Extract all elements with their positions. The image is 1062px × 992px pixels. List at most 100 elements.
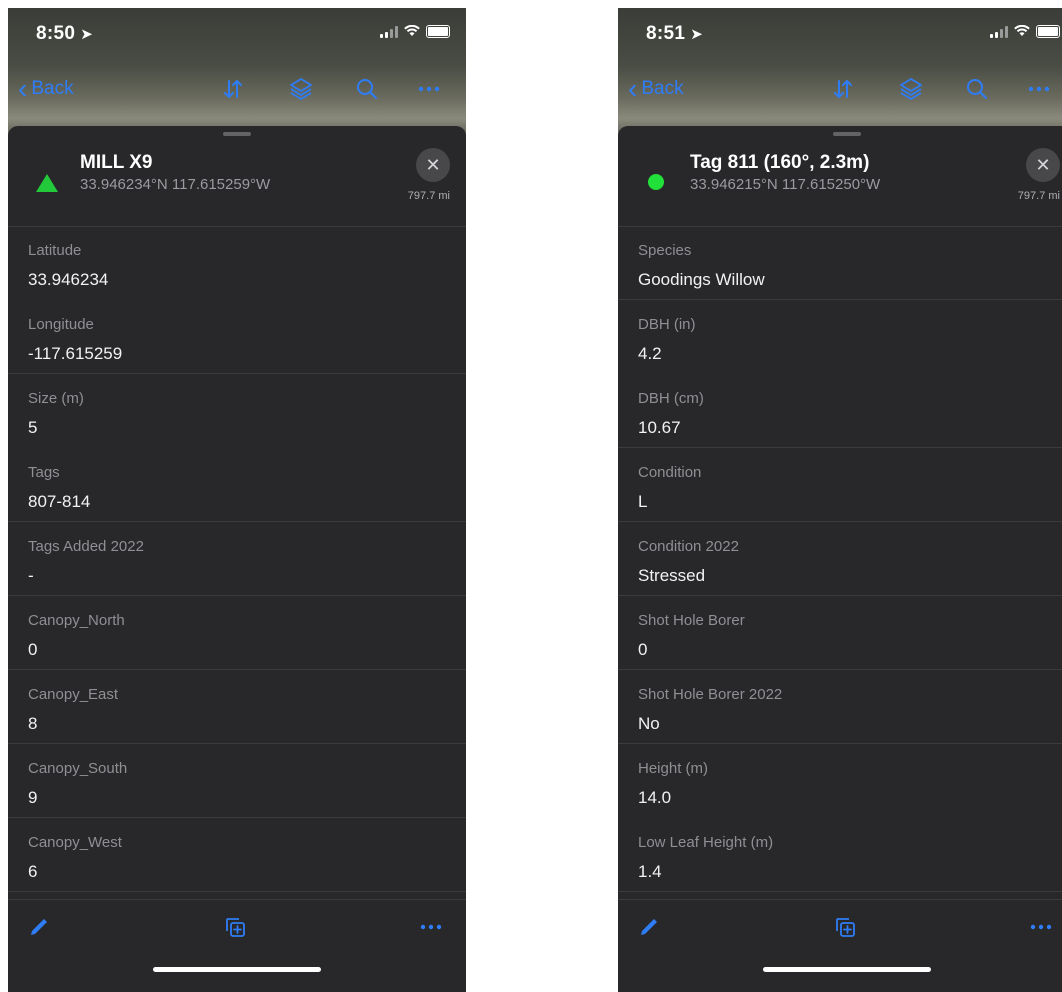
- attribute-value: 14.0: [638, 788, 672, 807]
- search-icon[interactable]: [960, 72, 994, 106]
- attribute-row: Canopy_West 6: [8, 818, 466, 892]
- attribute-label: DBH (in): [638, 316, 696, 333]
- attribute-value: 4.2: [638, 344, 662, 363]
- status-bar: 8:51 ➤: [618, 8, 1062, 56]
- feature-detail-sheet: Tag 811 (160°, 2.3m) 33.946215°N 117.615…: [618, 126, 1062, 992]
- attribute-label: Latitude: [28, 242, 82, 259]
- attribute-label: Condition: [638, 464, 702, 481]
- attribute-row: DBH (in) 4.2: [618, 300, 1062, 374]
- attribute-row: Canopy_South 9: [8, 744, 466, 818]
- sort-arrows-icon[interactable]: [216, 72, 250, 106]
- feature-header: Tag 811 (160°, 2.3m) 33.946215°N 117.615…: [618, 126, 1062, 227]
- feature-distance: 797.7 mi: [407, 190, 450, 202]
- attribute-label: Size (m): [28, 390, 84, 407]
- attribute-row: Low Leaf Height (m) 1.4: [618, 818, 1062, 892]
- attribute-list: Latitude 33.946234 Longitude -117.615259 S…: [8, 226, 466, 892]
- attribute-row: Latitude 33.946234: [8, 226, 466, 300]
- attribute-value: 1.4: [638, 862, 662, 881]
- phone-screen-left: 8:50 ➤ ‹ Back MILL X9 33.946234°N 117.61…: [8, 8, 466, 992]
- attribute-row: Canopy_East 8: [8, 670, 466, 744]
- more-icon[interactable]: [416, 912, 446, 942]
- attribute-label: Tags: [28, 464, 60, 481]
- close-button[interactable]: ✕: [1026, 148, 1060, 182]
- attribute-row: Shot Hole Borer 2022 No: [618, 670, 1062, 744]
- home-indicator[interactable]: [763, 967, 931, 972]
- attribute-row: Tags Added 2022 -: [8, 522, 466, 596]
- attribute-value: Stressed: [638, 566, 706, 585]
- navigation-bar: ‹ Back: [618, 68, 1062, 108]
- triangle-symbol-icon: [36, 174, 58, 192]
- attribute-value: 807-814: [28, 492, 91, 511]
- attribute-value: 8: [28, 714, 38, 733]
- back-button[interactable]: ‹ Back: [628, 73, 684, 104]
- feature-detail-sheet: MILL X9 33.946234°N 117.615259°W ✕ 797.7…: [8, 126, 466, 992]
- more-icon[interactable]: [1026, 912, 1056, 942]
- feature-title: Tag 811 (160°, 2.3m): [690, 152, 870, 173]
- wifi-icon: [1014, 24, 1030, 38]
- attribute-row: Canopy_North 0: [8, 596, 466, 670]
- attribute-value: L: [638, 492, 648, 511]
- pencil-icon[interactable]: [24, 912, 54, 942]
- feature-coordinates: 33.946215°N 117.615250°W: [690, 176, 881, 193]
- search-icon[interactable]: [350, 72, 384, 106]
- pencil-icon[interactable]: [634, 912, 664, 942]
- attribute-value: 10.67: [638, 418, 681, 437]
- home-indicator[interactable]: [153, 967, 321, 972]
- attribute-value: 0: [28, 640, 38, 659]
- duplicate-icon[interactable]: [220, 912, 250, 942]
- attribute-label: Longitude: [28, 316, 94, 333]
- attribute-row: Tags 807-814: [8, 448, 466, 522]
- sort-arrows-icon[interactable]: [826, 72, 860, 106]
- more-icon[interactable]: [412, 72, 446, 106]
- battery-icon: [426, 25, 450, 38]
- back-button[interactable]: ‹ Back: [18, 75, 74, 103]
- attribute-value: -117.615259: [28, 344, 123, 363]
- wifi-icon: [404, 24, 420, 38]
- attribute-label: Tags Added 2022: [28, 538, 144, 555]
- close-button[interactable]: ✕: [416, 148, 450, 182]
- location-arrow-icon: ➤: [80, 26, 94, 43]
- battery-icon: [1036, 25, 1060, 38]
- close-icon: ✕: [425, 154, 441, 175]
- attribute-label: Canopy_West: [28, 834, 122, 851]
- feature-title: MILL X9: [80, 152, 153, 173]
- attribute-row: DBH (cm) 10.67: [618, 374, 1062, 448]
- attribute-label: Canopy_South: [28, 760, 128, 777]
- status-indicators: [990, 24, 1060, 38]
- cellular-signal-icon: [990, 25, 1008, 38]
- circle-symbol-icon: [648, 174, 664, 190]
- attribute-row: Species Goodings Willow: [618, 226, 1062, 300]
- attribute-value: -: [28, 566, 34, 585]
- more-icon[interactable]: [1022, 72, 1056, 106]
- attribute-value: Goodings Willow: [638, 270, 765, 289]
- chevron-left-icon: ‹: [628, 73, 638, 104]
- status-time: 8:50 ➤: [36, 23, 94, 44]
- attribute-label: Condition 2022: [638, 538, 739, 555]
- attribute-value: 5: [28, 418, 38, 437]
- attribute-label: Low Leaf Height (m): [638, 834, 774, 851]
- feature-coordinates: 33.946234°N 117.615259°W: [80, 176, 271, 193]
- attribute-label: DBH (cm): [638, 390, 704, 407]
- status-indicators: [380, 24, 450, 38]
- attribute-row: Shot Hole Borer 0: [618, 596, 1062, 670]
- duplicate-icon[interactable]: [830, 912, 860, 942]
- attribute-row: Condition 2022 Stressed: [618, 522, 1062, 596]
- layers-icon[interactable]: [284, 72, 318, 106]
- feature-distance: 797.7 mi: [1017, 190, 1060, 202]
- divider: [8, 891, 466, 892]
- feature-header: MILL X9 33.946234°N 117.615259°W ✕ 797.7…: [8, 126, 466, 227]
- attribute-row: Height (m) 14.0: [618, 744, 1062, 818]
- location-arrow-icon: ➤: [690, 26, 704, 43]
- phone-screen-right: 8:51 ➤ ‹ Back Tag 811 (160°, 2.3m) 33.94…: [618, 8, 1062, 992]
- attribute-list: Species Goodings Willow DBH (in) 4.2 DBH (…: [618, 226, 1062, 892]
- attribute-label: Canopy_East: [28, 686, 119, 703]
- attribute-label: Shot Hole Borer: [638, 612, 745, 629]
- attribute-row: Condition L: [618, 448, 1062, 522]
- close-icon: ✕: [1035, 154, 1051, 175]
- attribute-label: Species: [638, 242, 692, 259]
- layers-icon[interactable]: [894, 72, 928, 106]
- attribute-value: 9: [28, 788, 38, 807]
- attribute-value: 6: [28, 862, 38, 881]
- attribute-row: Size (m) 5: [8, 374, 466, 448]
- divider: [618, 891, 1062, 892]
